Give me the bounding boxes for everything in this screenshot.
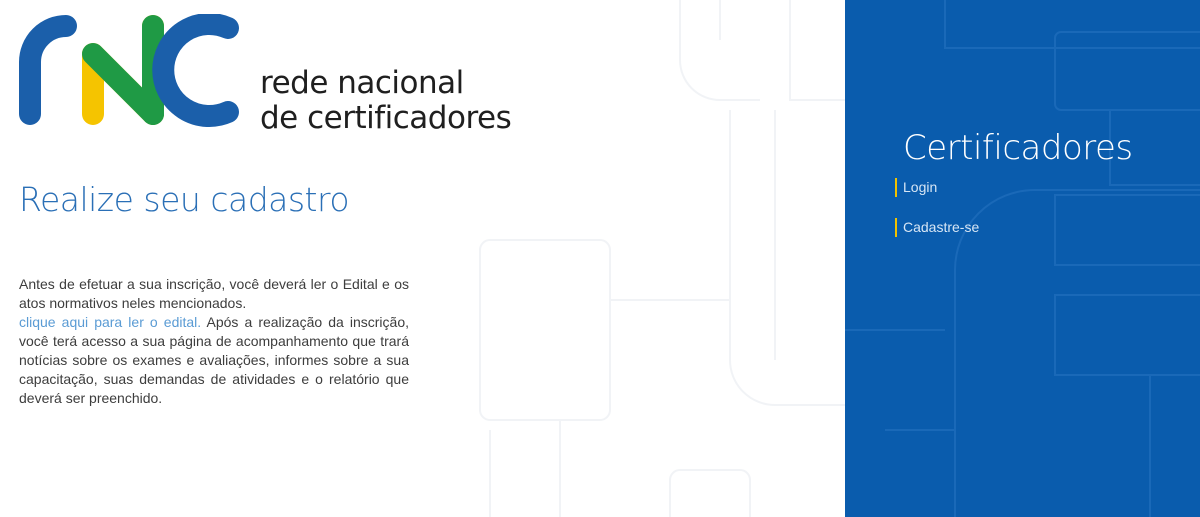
menu-item-cadastre-se[interactable]: Cadastre-se: [895, 218, 979, 237]
main-area: rede nacional de certificadores Realize …: [0, 0, 845, 517]
brand-line-2: de certificadores: [260, 100, 512, 136]
side-panel-title: Certificadores: [903, 128, 1133, 168]
menu-item-login[interactable]: Login: [895, 178, 979, 197]
brand-name: rede nacional de certificadores: [260, 65, 512, 136]
rnc-logo: rede nacional de certificadores: [18, 14, 518, 136]
edital-link[interactable]: clique aqui para ler o edital.: [19, 314, 201, 330]
side-panel: Certificadores Login Cadastre-se: [845, 0, 1200, 517]
side-panel-pattern: [845, 0, 1200, 517]
intro-text-1: Antes de efetuar a sua inscrição, você d…: [19, 276, 409, 311]
page-heading: Realize seu cadastro: [19, 180, 350, 219]
brand-line-1: rede nacional: [260, 65, 464, 101]
intro-paragraph: Antes de efetuar a sua inscrição, você d…: [19, 275, 409, 408]
side-menu: Login Cadastre-se: [895, 178, 979, 258]
rnc-logo-mark: [19, 14, 239, 127]
